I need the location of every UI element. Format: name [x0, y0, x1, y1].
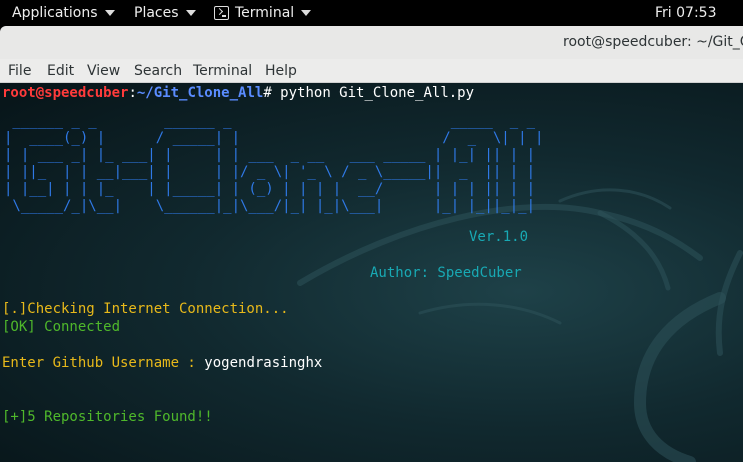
- chevron-down-icon: [104, 10, 115, 16]
- clock[interactable]: Fri 07:53: [655, 0, 716, 26]
- prompt-separator: :: [128, 85, 137, 101]
- menu-search[interactable]: Search: [134, 59, 182, 83]
- terminal-output[interactable]: root@speedcuber:~/Git_Clone_All# python …: [0, 83, 743, 462]
- version-label: Ver.1.0: [469, 229, 529, 245]
- menu-bar: File Edit View Search Terminal Help: [0, 59, 743, 83]
- prompt-symbol: #: [263, 85, 272, 101]
- ascii-banner: ______ _ _ ______ _ _____ _ _ | ____(_) …: [4, 113, 544, 214]
- window-title-bar[interactable]: root@speedcuber: ~/Git_Clo: [0, 26, 743, 59]
- command-text: python Git_Clone_All.py: [271, 85, 475, 101]
- menu-terminal[interactable]: Terminal: [193, 59, 252, 83]
- menu-file[interactable]: File: [8, 59, 31, 83]
- username-prompt: Enter Github Username :: [2, 355, 205, 371]
- terminal-app-label: Terminal: [235, 5, 295, 21]
- username-line: Enter Github Username : yogendrasinghx: [2, 354, 322, 372]
- chevron-down-icon: [185, 10, 196, 16]
- username-value: yogendrasinghx: [204, 355, 323, 371]
- chevron-down-icon: [301, 10, 312, 16]
- connected-status: [OK] Connected: [2, 319, 121, 335]
- window-title: root@speedcuber: ~/Git_Clo: [563, 34, 743, 50]
- prompt-line: root@speedcuber:~/Git_Clone_All# python …: [2, 84, 474, 102]
- menu-edit[interactable]: Edit: [47, 59, 74, 83]
- applications-label: Applications: [12, 5, 98, 21]
- checking-status: [.]Checking Internet Connection...: [2, 301, 289, 317]
- places-label: Places: [134, 5, 179, 21]
- menu-view[interactable]: View: [87, 59, 120, 83]
- prompt-user: root@speedcuber: [2, 85, 129, 101]
- menu-help[interactable]: Help: [265, 59, 297, 83]
- places-menu[interactable]: Places: [134, 0, 196, 26]
- prompt-path: ~/Git_Clone_All: [136, 85, 264, 101]
- repositories-found: [+]5 Repositories Found!!: [2, 409, 213, 425]
- terminal-app-menu[interactable]: Terminal: [214, 0, 312, 26]
- applications-menu[interactable]: Applications: [12, 0, 115, 26]
- terminal-icon: [214, 6, 229, 20]
- clock-label: Fri 07:53: [655, 5, 717, 21]
- author-label: Author: SpeedCuber: [370, 265, 522, 281]
- gnome-top-bar: Applications Places Terminal Fri 07:53: [0, 0, 743, 26]
